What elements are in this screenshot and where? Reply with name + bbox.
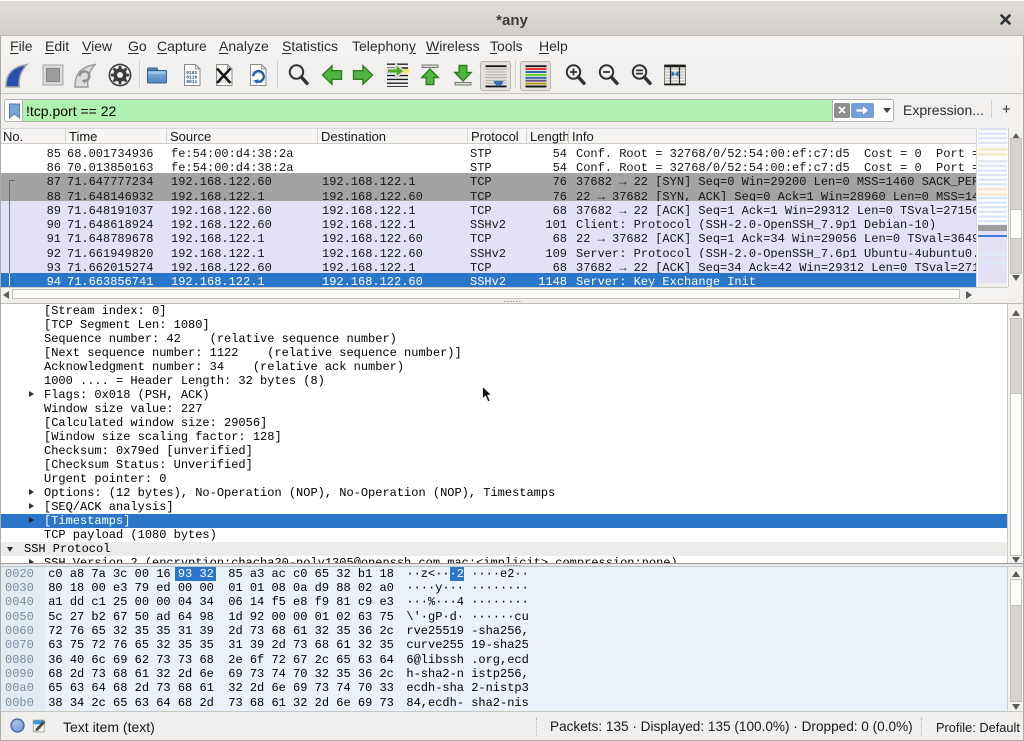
- svg-text:0011: 0011: [186, 79, 197, 85]
